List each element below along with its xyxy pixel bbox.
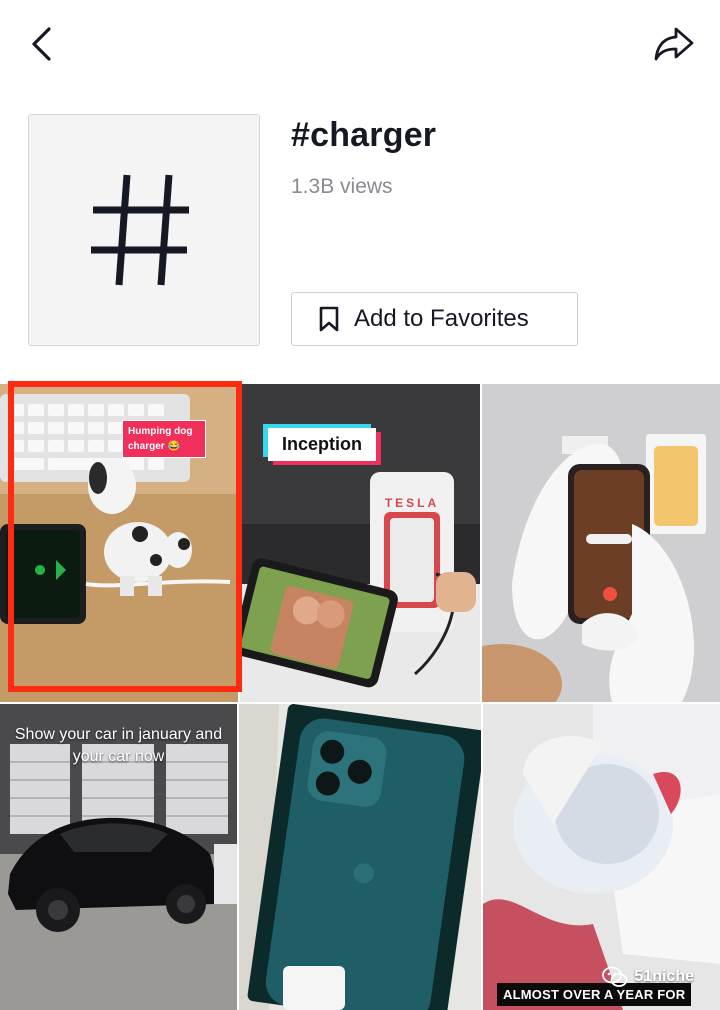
watermark-text: 51niche	[634, 968, 694, 985]
add-to-favorites-label: Add to Favorites	[354, 305, 529, 332]
video-tile-6[interactable]: ALMOST OVER A YEAR FOR 51niche	[483, 704, 720, 1010]
watermark: 51niche	[602, 966, 694, 988]
back-button[interactable]	[18, 20, 66, 68]
video-overlay-text: Humping dog charger 😂	[122, 420, 206, 458]
video-thumbnail	[483, 704, 720, 1010]
hashtag-title: #charger	[291, 116, 437, 154]
video-overlay-text: Show your car in january and your car no…	[14, 726, 223, 765]
share-button[interactable]	[650, 20, 698, 68]
tesla-brand-text: TESLA	[385, 496, 439, 510]
video-tile-4[interactable]: Show your car in january and your car no…	[0, 704, 237, 1010]
video-grid: Humping dog charger 😂 TESLA Inception Sh…	[0, 384, 720, 1010]
video-overlay-text: Inception	[268, 428, 376, 461]
video-tile-1[interactable]: Humping dog charger 😂	[0, 384, 238, 702]
video-tile-5[interactable]	[239, 704, 481, 1010]
chevron-left-icon	[32, 27, 51, 61]
video-thumbnail	[239, 704, 481, 1010]
add-to-favorites-button[interactable]: Add to Favorites	[291, 292, 578, 346]
view-count: 1.3B views	[291, 175, 393, 198]
video-tile-2[interactable]: TESLA Inception	[240, 384, 480, 702]
video-tile-3[interactable]	[482, 384, 720, 702]
video-thumbnail	[482, 384, 720, 702]
wechat-icon	[602, 966, 628, 987]
share-arrow-icon	[654, 27, 694, 61]
hashtag-thumbnail	[28, 114, 260, 346]
bookmark-icon	[319, 306, 339, 332]
hashtag-icon	[91, 174, 189, 286]
